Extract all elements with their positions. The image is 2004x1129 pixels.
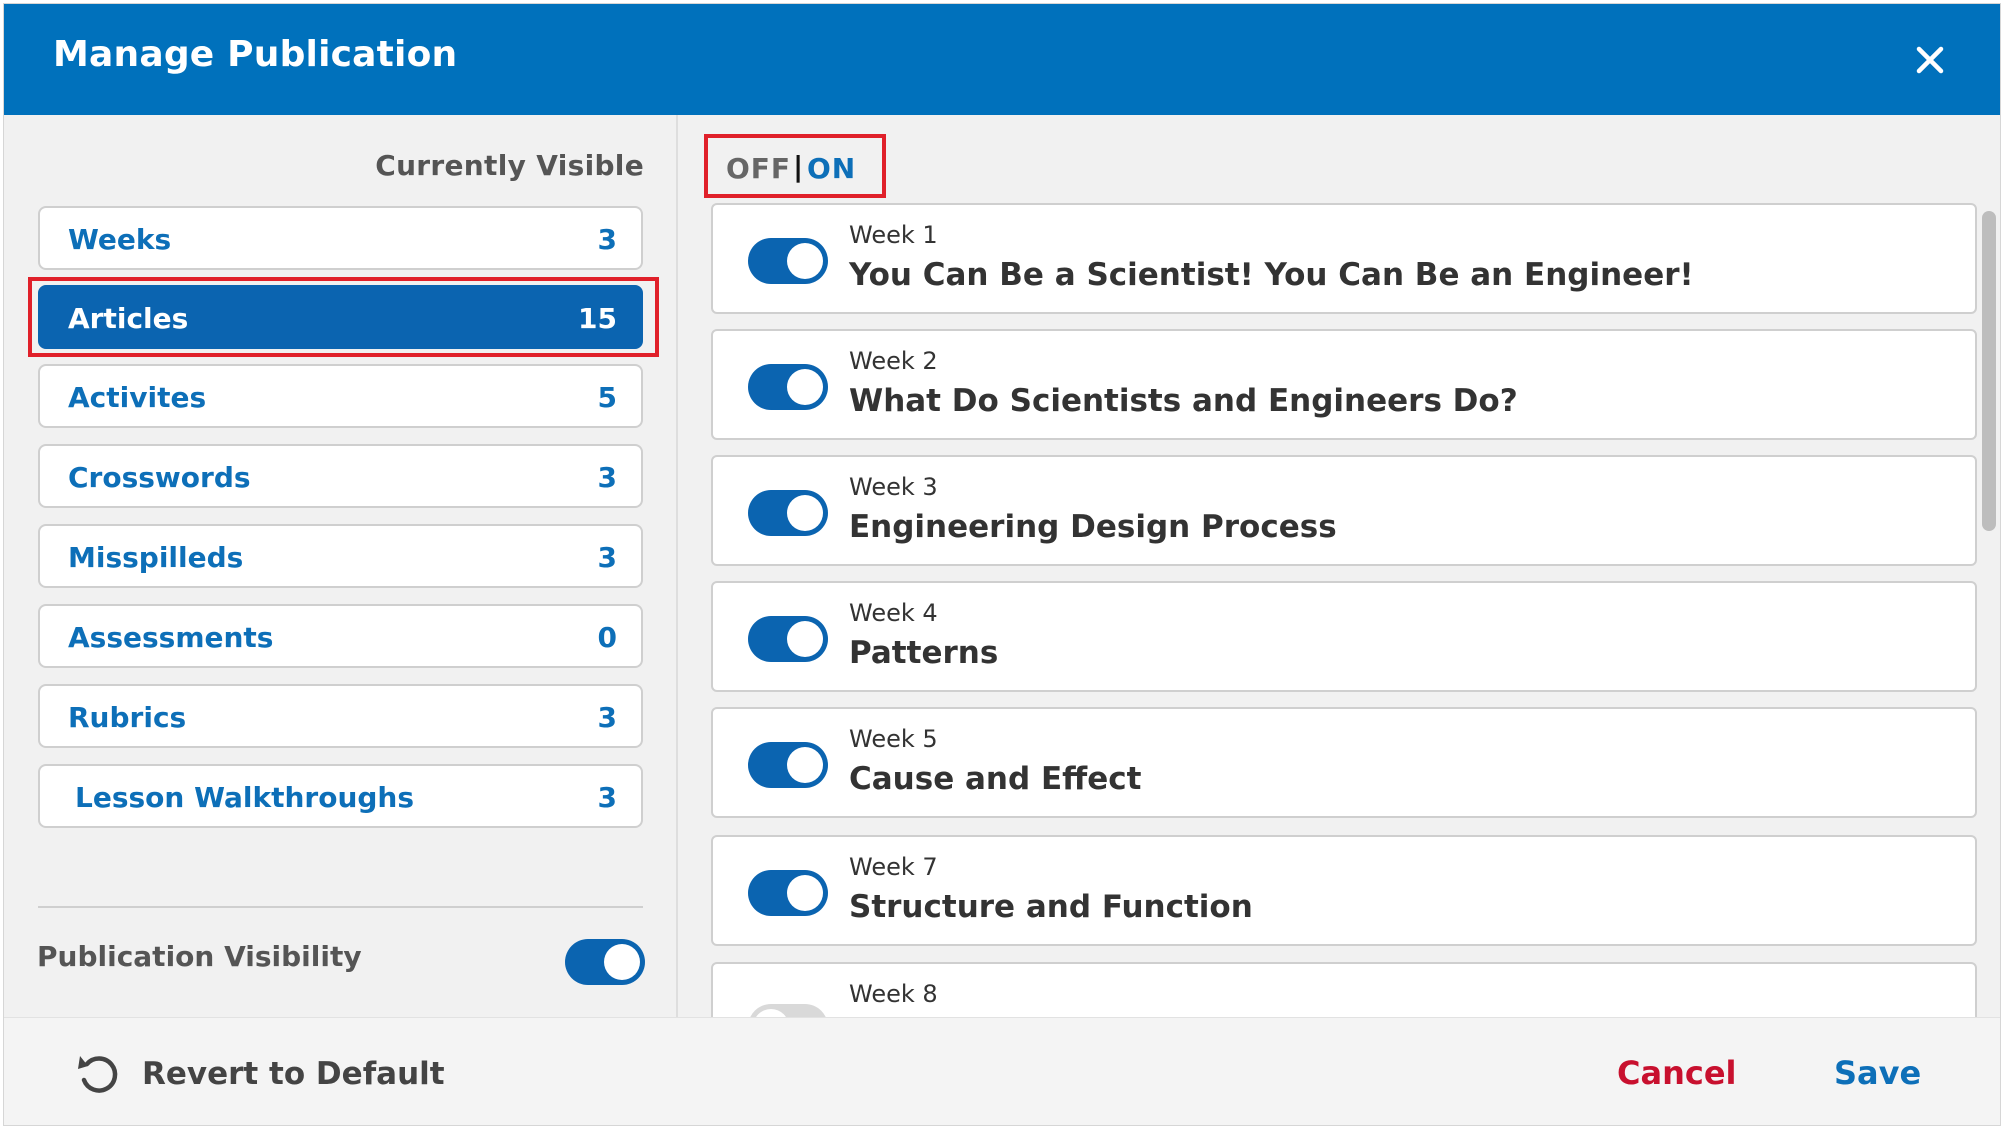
category-label: Misspilleds xyxy=(68,541,244,574)
week-card-2: Week 2 What Do Scientists and Engineers … xyxy=(711,329,1977,440)
category-label: Rubrics xyxy=(68,701,187,734)
week-number: Week 8 xyxy=(849,980,938,1008)
category-label: Crosswords xyxy=(68,461,251,494)
undo-icon xyxy=(78,1056,118,1093)
week-title: What Do Scientists and Engineers Do? xyxy=(849,383,1518,419)
week-title: Cause and Effect xyxy=(849,761,1142,797)
off-label: OFF xyxy=(726,152,792,185)
week-visibility-toggle[interactable] xyxy=(748,238,828,284)
week-card-7: Week 7 Structure and Function xyxy=(711,835,1977,946)
category-label: Weeks xyxy=(68,223,172,256)
category-misspilleds[interactable]: Misspilleds 3 xyxy=(38,524,643,588)
category-count: 3 xyxy=(597,701,617,734)
category-label: Activites xyxy=(68,381,207,414)
category-count: 15 xyxy=(578,302,617,335)
modal-footer: Revert to Default Cancel Save xyxy=(4,1017,2000,1125)
category-count: 0 xyxy=(597,621,617,654)
category-activites[interactable]: Activites 5 xyxy=(38,364,643,428)
close-icon[interactable] xyxy=(1910,40,1950,80)
week-visibility-toggle[interactable] xyxy=(748,616,828,662)
week-number: Week 1 xyxy=(849,221,938,249)
on-label: ON xyxy=(807,152,857,185)
week-number: Week 2 xyxy=(849,347,938,375)
week-visibility-toggle[interactable] xyxy=(748,870,828,916)
category-articles[interactable]: Articles 15 xyxy=(38,285,643,349)
category-panel: Currently Visible Weeks 3 Articles 15 Ac… xyxy=(4,115,676,1017)
off-on-legend: OFF | ON xyxy=(704,134,886,198)
category-count: 3 xyxy=(597,461,617,494)
category-weeks[interactable]: Weeks 3 xyxy=(38,206,643,270)
category-count: 3 xyxy=(597,223,617,256)
week-title: Engineering Design Process xyxy=(849,509,1337,545)
category-label: Lesson Walkthroughs xyxy=(75,781,415,814)
week-number: Week 7 xyxy=(849,853,938,881)
week-visibility-toggle[interactable] xyxy=(748,490,828,536)
save-button[interactable]: Save xyxy=(1834,1054,1921,1092)
week-visibility-toggle[interactable] xyxy=(748,364,828,410)
category-assessments[interactable]: Assessments 0 xyxy=(38,604,643,668)
week-number: Week 5 xyxy=(849,725,938,753)
category-count: 3 xyxy=(597,541,617,574)
publication-visibility-toggle[interactable] xyxy=(565,939,645,985)
week-title: You Can Be a Scientist! You Can Be an En… xyxy=(849,257,1694,293)
weeks-panel: OFF | ON Week 1 You Can Be a Scientist! … xyxy=(676,115,2000,1073)
week-number: Week 3 xyxy=(849,473,938,501)
category-count: 3 xyxy=(597,781,617,814)
divider xyxy=(38,906,643,908)
week-title: Structure and Function xyxy=(849,889,1253,925)
week-card-4: Week 4 Patterns xyxy=(711,581,1977,692)
category-rubrics[interactable]: Rubrics 3 xyxy=(38,684,643,748)
manage-publication-modal: Manage Publication Currently Visible Wee… xyxy=(3,3,2001,1126)
revert-label: Revert to Default xyxy=(142,1056,445,1092)
modal-header: Manage Publication xyxy=(4,4,2000,115)
category-label: Assessments xyxy=(68,621,274,654)
scrollbar[interactable] xyxy=(1982,211,1996,531)
publication-visibility-label: Publication Visibility xyxy=(37,940,362,973)
week-title: Patterns xyxy=(849,635,999,671)
category-lesson-walkthroughs[interactable]: Lesson Walkthroughs 3 xyxy=(38,764,643,828)
week-card-5: Week 5 Cause and Effect xyxy=(711,707,1977,818)
category-crosswords[interactable]: Crosswords 3 xyxy=(38,444,643,508)
category-count: 5 xyxy=(597,381,617,414)
off-on-separator: | xyxy=(793,150,805,183)
cancel-button[interactable]: Cancel xyxy=(1617,1054,1737,1092)
currently-visible-label: Currently Visible xyxy=(375,149,644,182)
modal-title: Manage Publication xyxy=(53,34,458,75)
category-label: Articles xyxy=(68,302,189,335)
week-visibility-toggle[interactable] xyxy=(748,742,828,788)
week-card-1: Week 1 You Can Be a Scientist! You Can B… xyxy=(711,203,1977,314)
week-number: Week 4 xyxy=(849,599,938,627)
week-card-3: Week 3 Engineering Design Process xyxy=(711,455,1977,566)
